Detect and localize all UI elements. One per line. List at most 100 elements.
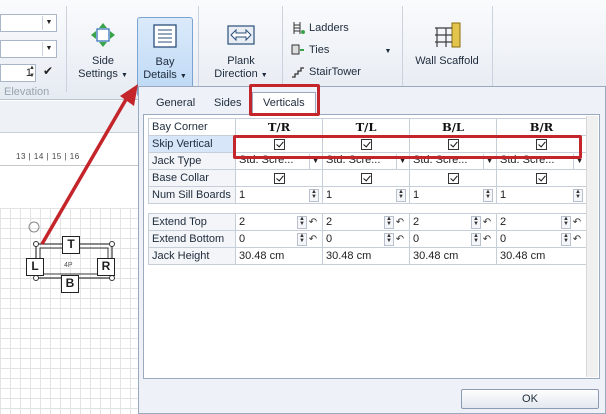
extend-top-spinner-br[interactable]: 2 ▲ ▼ ↶ — [496, 213, 587, 231]
extend-bottom-spinner-br[interactable]: 0 ▲ ▼ ↶ — [496, 230, 587, 248]
column-header-br: B/R — [496, 118, 587, 136]
side-settings-button[interactable]: Side Settings ▼ — [74, 22, 132, 82]
jack-height-row: Jack Height 30.48 cm 30.48 cm 30.48 cm 3… — [148, 247, 587, 265]
spinner-arrows-icon[interactable]: ▲ ▼ — [396, 188, 406, 202]
extend-top-spinner-tr[interactable]: 2 ▲ ▼ ↶ — [235, 213, 323, 231]
ribbon-separator — [402, 6, 403, 92]
spinner-arrows-icon[interactable]: ▲ ▼ — [471, 215, 481, 229]
extend-top-label: Extend Top — [148, 213, 236, 231]
base-collar-checkbox-tl[interactable] — [360, 172, 372, 184]
extend-bottom-value: 0 — [326, 233, 333, 245]
spinner-arrows-icon[interactable]: ▲ ▼ — [561, 215, 571, 229]
extend-top-value: 2 — [413, 216, 420, 228]
chevron-down-icon[interactable]: ▼ — [42, 42, 55, 56]
bay-corner-header: Bay Corner — [148, 118, 236, 136]
wall-scaffold-label: Wall Scaffold — [415, 55, 479, 67]
extend-bottom-row: Extend Bottom 0 ▲ ▼ ↶ 0 ▲ ▼ ↶ 0 ▲ ▼ ↶ 0 ▲ ▼ ↶ — [148, 230, 587, 248]
extend-bottom-spinner-tr[interactable]: 0 ▲ ▼ ↶ — [235, 230, 323, 248]
verticals-tab-highlight — [249, 84, 320, 116]
bay-side-right-label[interactable]: R — [97, 258, 115, 276]
bay-side-bottom-label[interactable]: B — [61, 275, 79, 293]
extend-top-spinner-bl[interactable]: 2 ▲ ▼ ↶ — [409, 213, 497, 231]
ladder-icon — [293, 22, 305, 35]
stairtower-icon — [292, 67, 304, 78]
annotation-arrow — [40, 84, 138, 245]
extend-bottom-spinner-bl[interactable]: 0 ▲ ▼ ↶ — [409, 230, 497, 248]
ties-icon — [291, 44, 304, 55]
base-collar-checkbox-bl[interactable] — [447, 172, 459, 184]
bay-details-button[interactable]: Bay Details ▼ — [137, 17, 193, 97]
base-collar-row: Base Collar — [148, 169, 587, 187]
stairtower-button[interactable]: StairTower — [291, 64, 399, 80]
ribbon-combo-1[interactable]: ▼ — [0, 14, 57, 32]
reset-icon[interactable]: ↶ — [307, 233, 319, 246]
bay-center-label: 4P — [64, 262, 73, 269]
jack-type-label: Jack Type — [148, 152, 236, 170]
spinner-arrows-icon[interactable]: ▲ ▼ — [309, 188, 319, 202]
grid-header-row: Bay Corner T/R T/L B/L B/R — [148, 118, 587, 136]
spinner-arrows-icon[interactable]: ▲ ▼ — [483, 188, 493, 202]
base-collar-checkbox-tr[interactable] — [273, 172, 285, 184]
base-collar-checkbox-br[interactable] — [536, 172, 547, 184]
tab-general[interactable]: General — [145, 92, 206, 114]
extend-top-value: 2 — [239, 216, 246, 228]
extend-bottom-value: 0 — [413, 233, 420, 245]
wall-scaffold-button[interactable]: Wall Scaffold — [407, 22, 487, 68]
jack-height-value-tr: 30.48 cm — [235, 247, 323, 265]
jack-height-value-br: 30.48 cm — [496, 247, 587, 265]
reset-icon[interactable]: ↶ — [571, 216, 583, 229]
num-sill-boards-value: 1 — [413, 189, 420, 201]
chevron-down-icon[interactable]: ▼ — [384, 48, 391, 55]
reset-icon[interactable]: ↶ — [481, 216, 493, 229]
reset-icon[interactable]: ↶ — [394, 233, 406, 246]
extend-top-value: 2 — [500, 216, 507, 228]
column-header-bl: B/L — [409, 118, 497, 136]
bay-side-left-label[interactable]: L — [26, 258, 44, 276]
reset-icon[interactable]: ↶ — [481, 233, 493, 246]
extend-bottom-value: 0 — [239, 233, 246, 245]
spinner-arrows-icon[interactable]: ▲ ▼ — [561, 232, 571, 246]
grid-spacer-row — [148, 203, 587, 214]
ribbon-separator — [66, 6, 67, 92]
move-arrows-icon — [91, 23, 115, 47]
spinner-arrows-icon[interactable]: ▲ ▼ — [297, 232, 307, 246]
spinner-arrows-icon[interactable]: ▲ ▼ — [27, 64, 37, 82]
vertical-scrollbar[interactable] — [586, 116, 598, 377]
jack-height-value-tl: 30.48 cm — [322, 247, 410, 265]
accessories-group: Ladders Ties ▼ StairTower — [291, 20, 399, 80]
column-header-tr: T/R — [235, 118, 323, 136]
spinner-arrows-icon[interactable]: ▲ ▼ — [471, 232, 481, 246]
num-sill-boards-spinner-tl[interactable]: 1 ▲ ▼ — [322, 186, 410, 204]
tab-sides[interactable]: Sides — [203, 92, 253, 114]
stairtower-label: StairTower — [309, 66, 361, 78]
num-sill-boards-spinner-br[interactable]: 1 ▲ ▼ — [496, 186, 587, 204]
reset-icon[interactable]: ↶ — [307, 216, 319, 229]
ribbon-separator — [282, 6, 283, 92]
spinner-arrows-icon[interactable]: ▲ ▼ — [384, 215, 394, 229]
extend-bottom-value: 0 — [500, 233, 507, 245]
reset-icon[interactable]: ↶ — [394, 216, 406, 229]
ladders-button[interactable]: Ladders — [291, 20, 399, 36]
extend-top-row: Extend Top 2 ▲ ▼ ↶ 2 ▲ ▼ ↶ 2 ▲ ▼ ↶ 2 ▲ ▼ ↶ — [148, 213, 587, 231]
extend-bottom-spinner-tl[interactable]: 0 ▲ ▼ ↶ — [322, 230, 410, 248]
skip-vertical-label: Skip Vertical — [148, 135, 236, 153]
spinner-arrows-icon[interactable]: ▲ ▼ — [573, 188, 583, 202]
num-sill-boards-value: 1 — [239, 189, 246, 201]
spinner-arrows-icon[interactable]: ▲ ▼ — [384, 232, 394, 246]
ribbon-separator — [492, 6, 493, 92]
jack-height-label: Jack Height — [148, 247, 236, 265]
spinner-arrows-icon[interactable]: ▲ ▼ — [297, 215, 307, 229]
ties-button[interactable]: Ties ▼ — [291, 42, 399, 58]
chevron-down-icon[interactable]: ▼ — [42, 16, 55, 30]
checkmark-icon[interactable]: ✔ — [43, 64, 53, 78]
ribbon-combo-2[interactable]: ▼ — [0, 40, 57, 58]
reset-icon[interactable]: ↶ — [571, 233, 583, 246]
plank-direction-button[interactable]: Plank Direction ▼ — [206, 22, 276, 82]
ok-button[interactable]: OK — [461, 389, 599, 409]
bay-details-label: Bay Details ▼ — [143, 56, 187, 81]
bay-grid-icon — [153, 24, 177, 48]
ties-label: Ties — [309, 44, 330, 56]
extend-top-spinner-tl[interactable]: 2 ▲ ▼ ↶ — [322, 213, 410, 231]
num-sill-boards-spinner-tr[interactable]: 1 ▲ ▼ — [235, 186, 323, 204]
num-sill-boards-spinner-bl[interactable]: 1 ▲ ▼ — [409, 186, 497, 204]
